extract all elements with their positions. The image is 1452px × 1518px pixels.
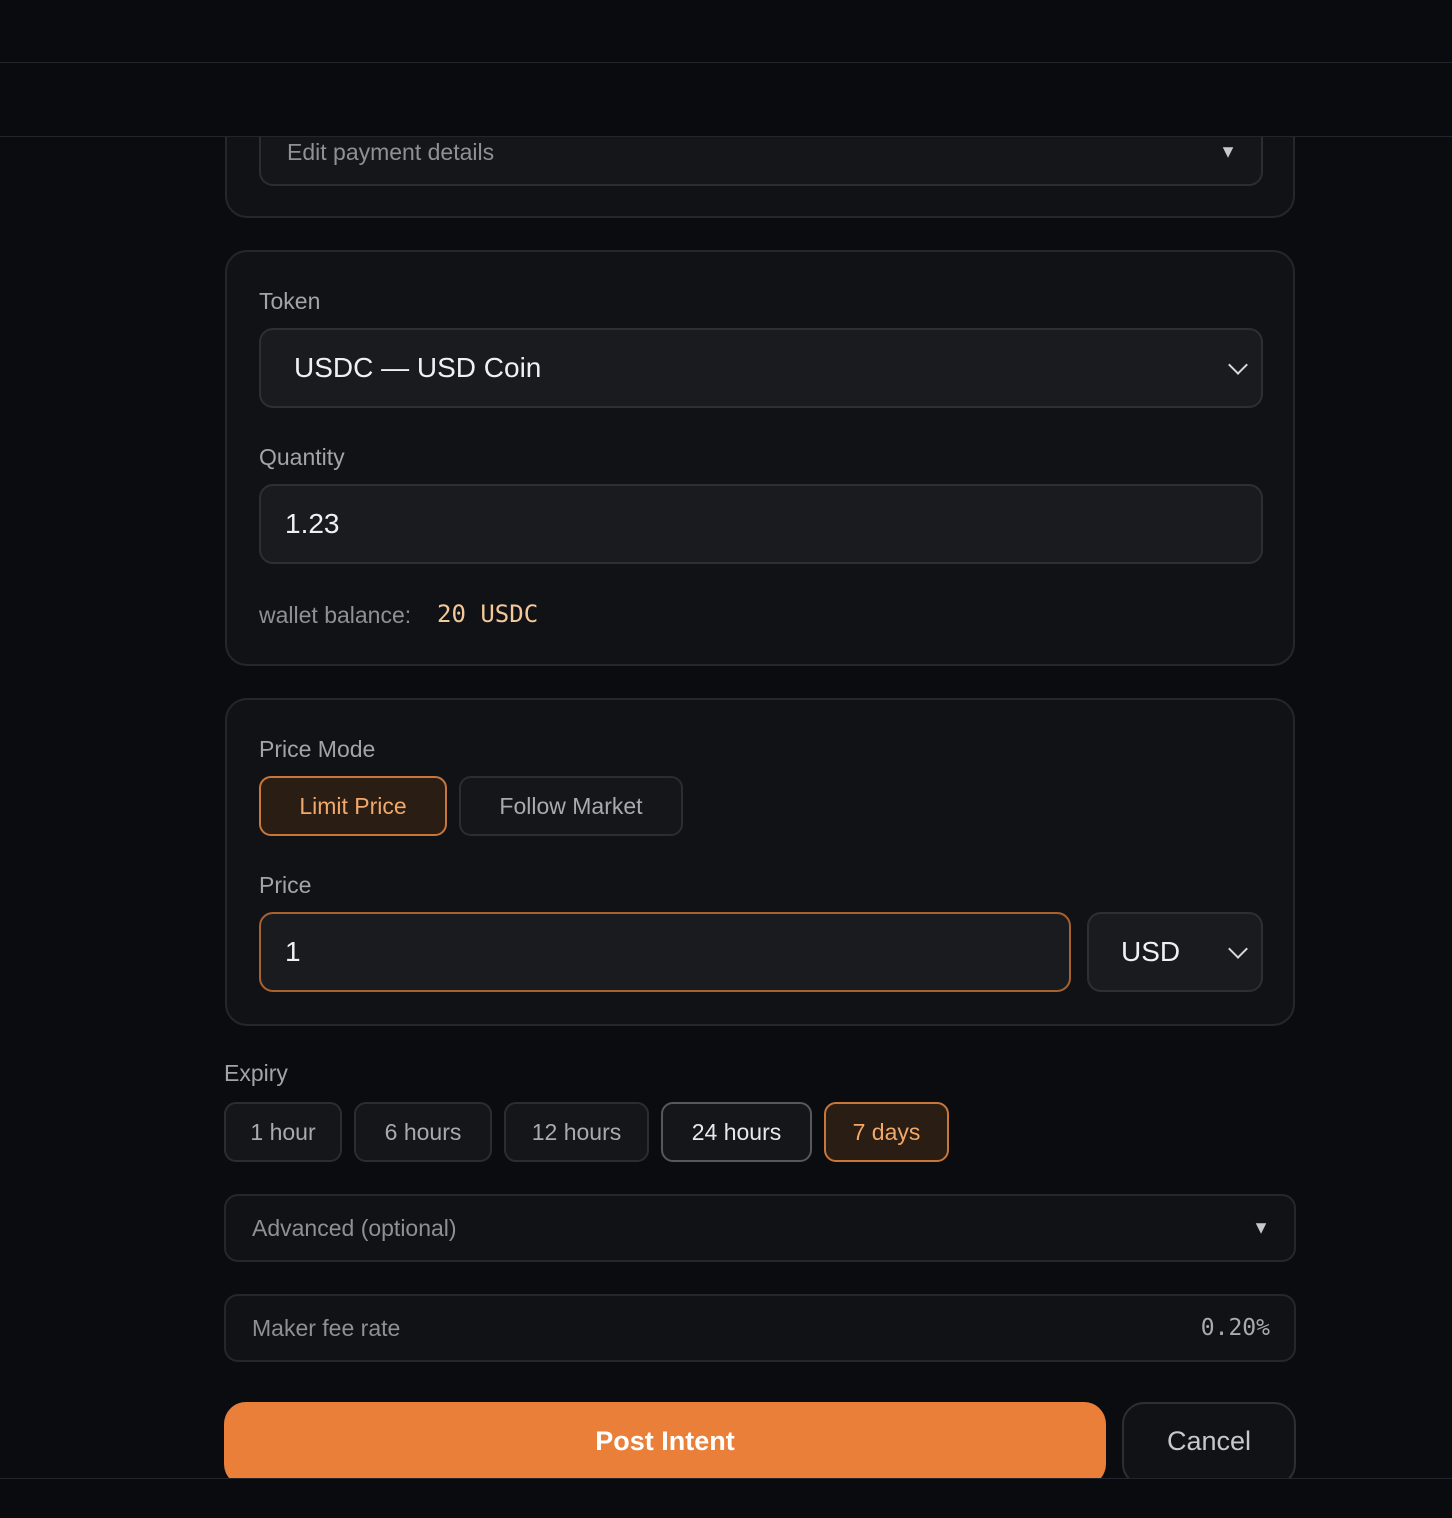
currency-select[interactable]: USD — [1087, 912, 1263, 992]
price-label: Price — [259, 872, 312, 898]
expiry-option-label: 1 hour — [250, 1118, 316, 1145]
token-selected-value: USDC — USD Coin — [294, 352, 542, 383]
maker-fee-row: Maker fee rate 0.20% — [224, 1294, 1296, 1362]
wallet-balance-value: 20 USDC — [437, 600, 539, 628]
post-intent-label: Post Intent — [595, 1425, 735, 1456]
token-label: Token — [259, 288, 321, 314]
top-nav-bar — [0, 0, 1452, 63]
currency-value: USD — [1121, 936, 1181, 967]
expiry-12-hours-button[interactable]: 12 hours — [504, 1102, 649, 1162]
chevron-down-icon — [1228, 939, 1248, 959]
token-select[interactable]: USDC — USD Coin — [259, 328, 1263, 408]
post-intent-button[interactable]: Post Intent — [224, 1402, 1106, 1486]
quantity-label: Quantity — [259, 444, 345, 470]
sub-header-bar — [0, 63, 1452, 137]
expiry-6-hours-button[interactable]: 6 hours — [354, 1102, 492, 1162]
expiry-7-days-button[interactable]: 7 days — [824, 1102, 949, 1162]
price-input[interactable]: 1 — [259, 912, 1071, 992]
limit-price-button[interactable]: Limit Price — [259, 776, 447, 836]
bottom-bar — [0, 1478, 1452, 1518]
price-card: Price Mode Limit Price Follow Market Pri… — [225, 698, 1295, 1026]
expiry-1-hour-button[interactable]: 1 hour — [224, 1102, 342, 1162]
edit-payment-details-label: Edit payment details — [287, 138, 495, 165]
expiry-option-label: 12 hours — [531, 1118, 622, 1145]
wallet-balance-label: wallet balance: — [259, 602, 412, 628]
expiry-24-hours-button[interactable]: 24 hours — [661, 1102, 812, 1162]
quantity-input[interactable]: 1.23 — [259, 484, 1263, 564]
expiry-label: Expiry — [224, 1060, 288, 1086]
expiry-option-label: 24 hours — [691, 1118, 782, 1145]
price-value: 1 — [285, 936, 301, 967]
expiry-option-label: 7 days — [852, 1118, 921, 1145]
follow-market-button[interactable]: Follow Market — [459, 776, 683, 836]
chevron-down-icon — [1228, 355, 1248, 375]
triangle-down-icon: ▼ — [1252, 1217, 1270, 1238]
advanced-label: Advanced (optional) — [252, 1214, 457, 1241]
maker-fee-value: 0.20% — [1200, 1315, 1270, 1341]
advanced-toggle[interactable]: Advanced (optional) ▼ — [224, 1194, 1296, 1262]
token-card: Token USDC — USD Coin Quantity 1.23 wall… — [225, 250, 1295, 666]
expiry-option-label: 6 hours — [384, 1118, 462, 1145]
cancel-button[interactable]: Cancel — [1122, 1402, 1296, 1486]
cancel-label: Cancel — [1166, 1425, 1252, 1456]
price-mode-label: Price Mode — [259, 736, 376, 762]
triangle-down-icon: ▼ — [1219, 141, 1237, 162]
quantity-value: 1.23 — [285, 508, 340, 539]
maker-fee-label: Maker fee rate — [252, 1314, 401, 1341]
limit-price-label: Limit Price — [299, 792, 407, 819]
follow-market-label: Follow Market — [499, 792, 643, 819]
